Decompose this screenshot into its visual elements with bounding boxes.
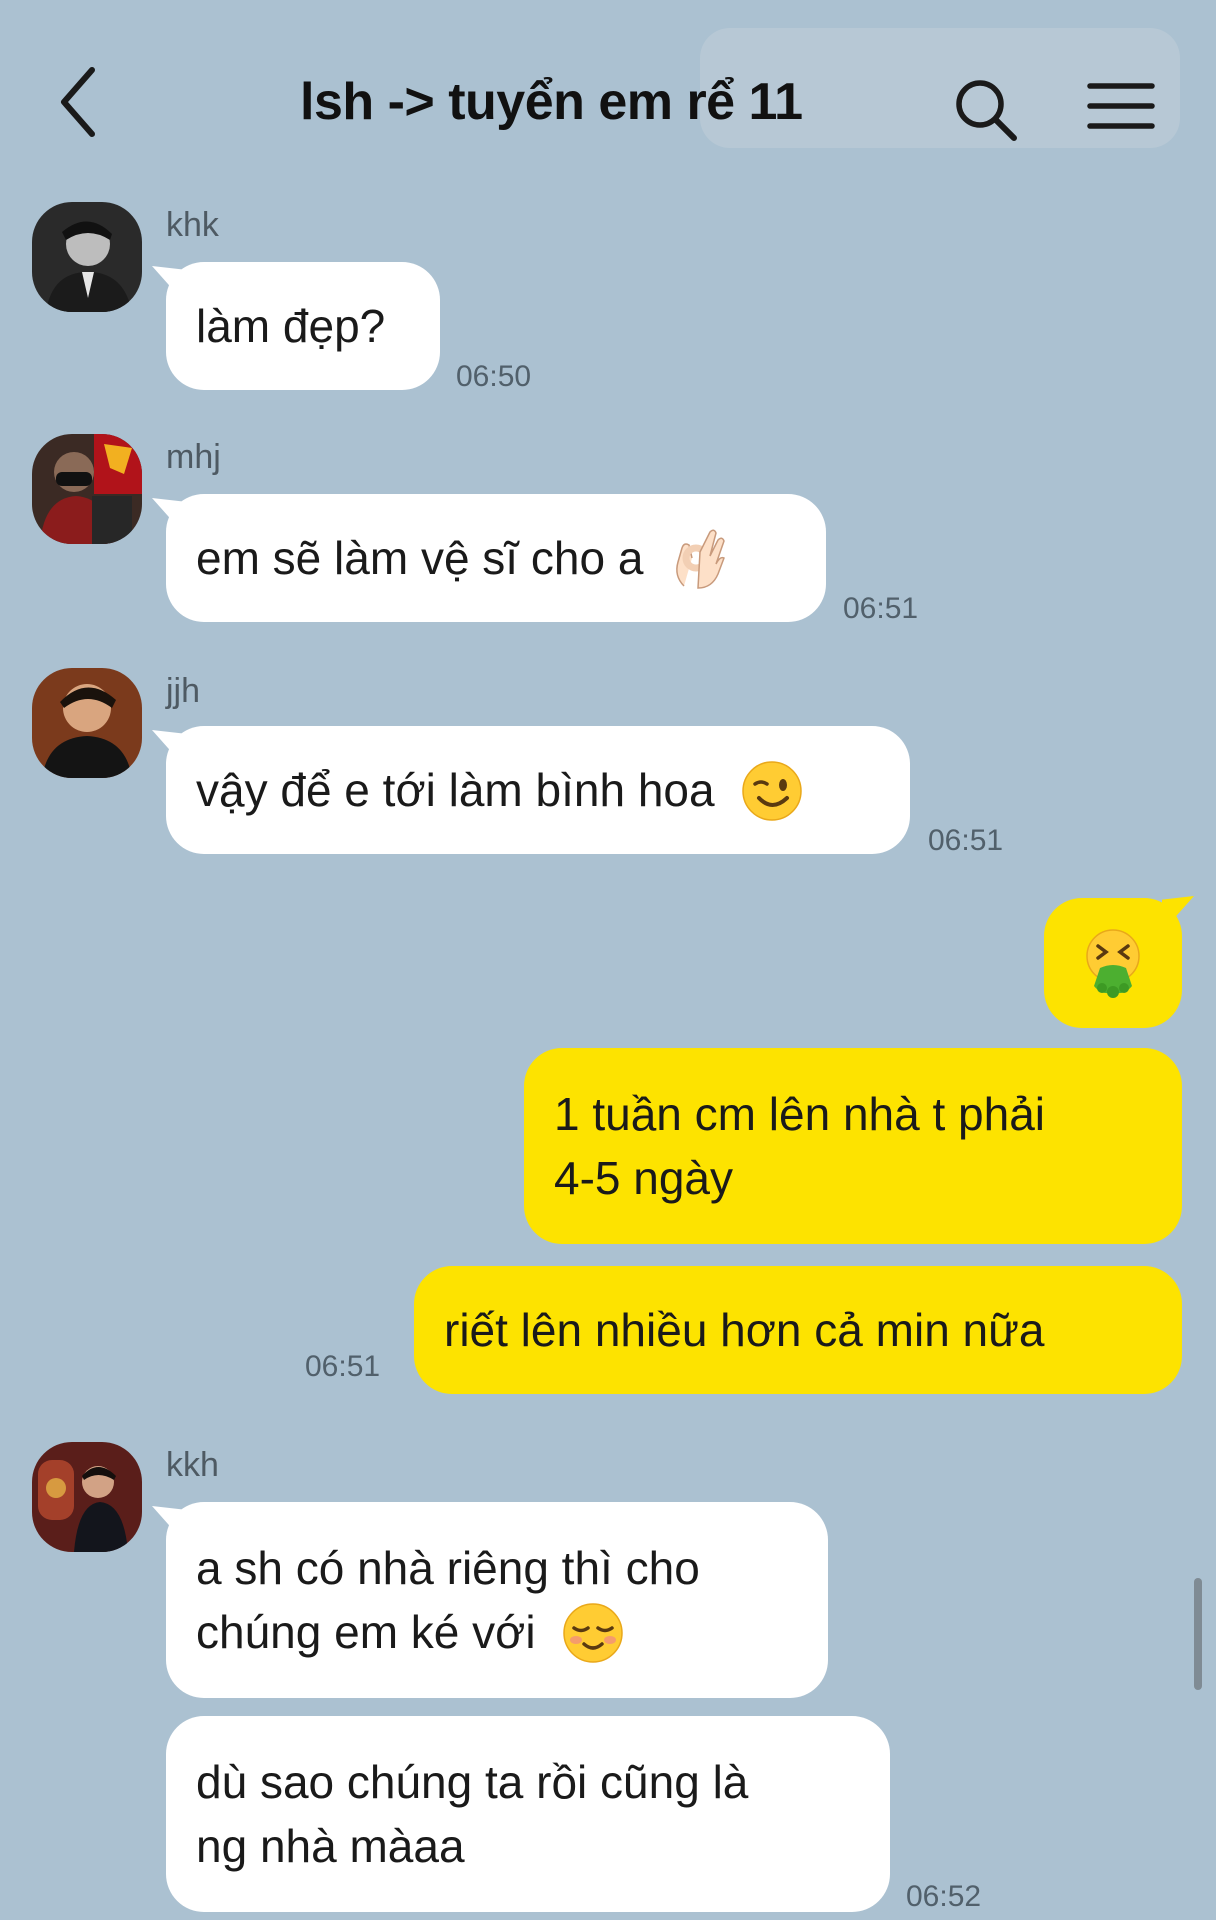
chat-title: lsh -> tuyển em rể 11 — [300, 73, 803, 131]
avatar[interactable] — [32, 1442, 142, 1552]
message-bubble[interactable]: riết lên nhiều hơn cả min nữa — [414, 1266, 1182, 1394]
ok-hand-emoji-icon — [676, 529, 726, 589]
message-text-line: ng nhà màaa — [196, 1820, 465, 1872]
wink-emoji-icon — [742, 761, 803, 821]
message-text: vậy để e tới làm bình hoa — [196, 764, 715, 816]
avatar[interactable] — [32, 202, 142, 312]
message-bubble[interactable]: a sh có nhà riêng thì cho chúng em ké vớ… — [166, 1502, 828, 1698]
chevron-left-icon — [61, 67, 95, 137]
message-time: 06:52 — [906, 1880, 982, 1913]
menu-icon — [1087, 83, 1155, 129]
avatar-photo — [32, 202, 142, 312]
message-bubble[interactable]: 1 tuần cm lên nhà t phải 4-5 ngày — [524, 1048, 1182, 1244]
message-text-line: a sh có nhà riêng thì cho — [196, 1542, 700, 1594]
avatar-photo — [32, 668, 142, 778]
message-time: 06:51 — [928, 824, 1004, 857]
message-time: 06:51 — [305, 1350, 381, 1383]
message-text: làm đẹp? — [196, 300, 386, 352]
message-bubble[interactable]: em sẽ làm vệ sĩ cho a — [166, 494, 826, 622]
message-bubble[interactable]: vậy để e tới làm bình hoa — [166, 726, 910, 854]
sender-name: mhj — [166, 438, 221, 476]
vomit-emoji-icon — [1086, 929, 1140, 998]
message-time: 06:51 — [843, 592, 919, 625]
chat-header: lsh -> tuyển em rể 11 — [0, 0, 1216, 200]
message-text: riết lên nhiều hơn cả min nữa — [444, 1304, 1045, 1356]
message-text-line: 1 tuần cm lên nhà t phải — [554, 1088, 1045, 1140]
avatar[interactable] — [32, 434, 142, 544]
scrollbar[interactable] — [1194, 1578, 1202, 1690]
message-time: 06:50 — [456, 360, 532, 393]
message-bubble[interactable]: làm đẹp? — [166, 262, 440, 390]
menu-button[interactable] — [1086, 76, 1156, 136]
avatar[interactable] — [32, 668, 142, 778]
message-bubble[interactable]: dù sao chúng ta rồi cũng là ng nhà màaa — [166, 1716, 890, 1912]
search-button[interactable] — [952, 76, 1020, 144]
message-text: em sẽ làm vệ sĩ cho a — [196, 532, 644, 584]
sender-name: khk — [166, 206, 219, 244]
sender-name: jjh — [166, 672, 201, 710]
avatar-photo — [32, 434, 142, 544]
message-bubble-emoji[interactable] — [1044, 898, 1182, 1028]
smiling-emoji-icon — [563, 1603, 624, 1663]
message-text-line: 4-5 ngày — [554, 1152, 734, 1204]
back-button[interactable] — [52, 62, 112, 142]
search-icon — [956, 80, 1017, 141]
sender-name: kkh — [166, 1446, 219, 1484]
message-text-line: dù sao chúng ta rồi cũng là — [196, 1756, 749, 1808]
avatar-photo — [32, 1442, 142, 1552]
message-text-line: chúng em ké với — [196, 1606, 536, 1658]
